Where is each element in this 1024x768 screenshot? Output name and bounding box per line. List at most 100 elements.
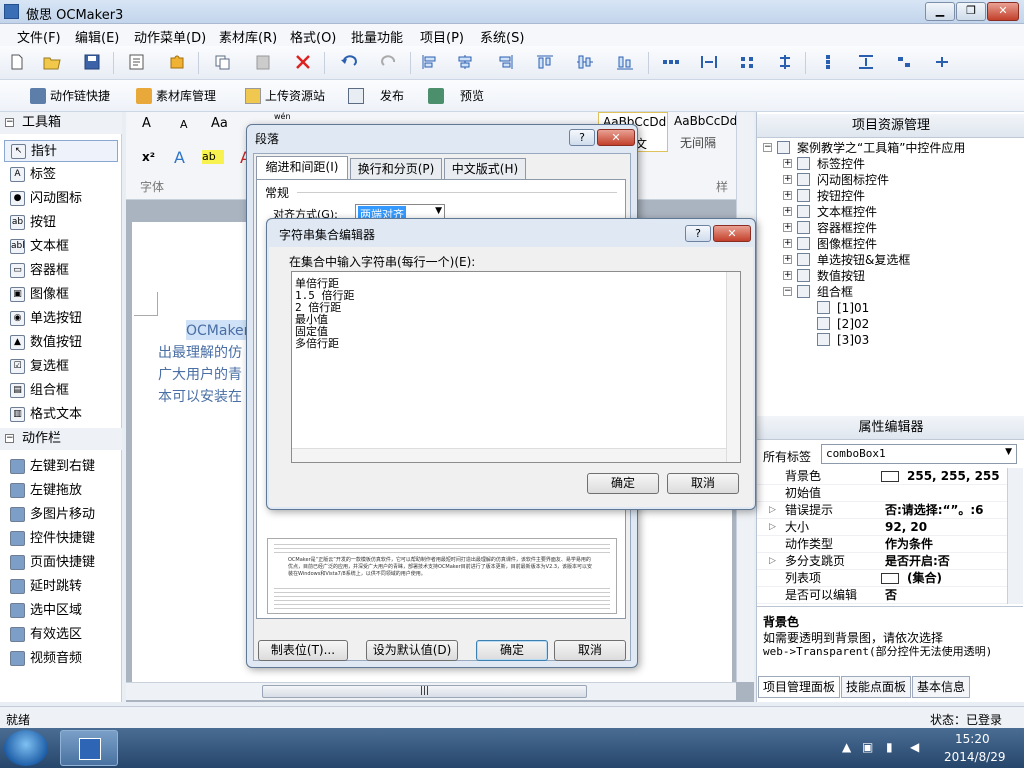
superscript-button[interactable]: x² [142,150,155,164]
property-value[interactable]: 否:请选择:“”。:6 [885,502,1005,519]
align-left-icon[interactable] [421,54,439,70]
tree-leaf[interactable]: [3]03 [837,332,869,348]
property-row[interactable]: 背景色 255, 255, 255 [757,468,1007,485]
help-button[interactable]: ? [685,225,711,242]
property-value[interactable]: 是否开启:否 [885,553,1005,570]
set-default-button[interactable]: 设为默认值(D) [366,640,458,661]
action-item[interactable]: 左键到右键 [0,456,122,478]
start-button[interactable] [4,730,48,766]
menu-file[interactable]: 文件(F) [17,27,61,46]
action-item[interactable]: 选中区域 [0,600,122,622]
tab-chinese-layout[interactable]: 中文版式(H) [444,158,526,179]
delete-icon[interactable] [294,54,312,70]
tab-project-panel[interactable]: 项目管理面板 [758,676,840,698]
menu-system[interactable]: 系统(S) [480,27,524,46]
tab-basic-info[interactable]: 基本信息 [912,676,970,698]
close-button[interactable]: ✕ [597,129,635,146]
toolbox-item[interactable]: ab 按钮 [0,212,122,234]
expand-icon[interactable]: ▷ [769,502,776,519]
clock-time[interactable]: 15:20 [955,732,990,746]
collapse-icon[interactable]: − [5,118,14,127]
toolbox-section-tools[interactable]: − 工具箱 [0,112,122,134]
action-item[interactable]: 左键拖放 [0,480,122,502]
space-v2-icon[interactable] [895,54,913,70]
tab-skill-panel[interactable]: 技能点面板 [841,676,911,698]
property-value[interactable]: (集合) [907,570,1007,587]
distribute-v-icon[interactable] [820,54,838,70]
tabs-button[interactable]: 制表位(T)... [258,640,348,661]
action-chain-button[interactable]: 动作链快捷 [30,87,110,105]
string-list-scrollbar[interactable] [726,272,740,462]
tree-expander-icon[interactable]: − [763,143,772,152]
align-middle-icon[interactable] [576,54,594,70]
chevron-down-icon[interactable]: ▼ [435,206,442,216]
upload-button[interactable]: 上传资源站 [245,87,325,105]
property-icon[interactable] [128,54,146,70]
style-no-spacing[interactable]: AaBbCcDd 无间隔 [672,112,738,152]
action-item[interactable]: 有效选区 [0,624,122,646]
space-h2-icon[interactable] [738,54,756,70]
tree-expander-icon[interactable]: + [783,207,792,216]
toolbox-section-actions[interactable]: − 动作栏 [0,428,122,450]
text-effect-icon[interactable]: A [174,148,185,167]
toolbox-item[interactable]: ▭ 容器框 [0,260,122,282]
toolbox-item[interactable]: abl 文本框 [0,236,122,258]
ok-button[interactable]: 确定 [476,640,548,661]
tree-expander-icon[interactable]: + [783,191,792,200]
action-item[interactable]: 控件快捷键 [0,528,122,550]
tree-leaf[interactable]: [1]01 [837,300,869,316]
chevron-down-icon[interactable]: ▼ [1005,447,1012,457]
toolbox-item[interactable]: A 标签 [0,164,122,186]
space-h-icon[interactable] [700,54,718,70]
property-row[interactable]: ▷ 错误提示 否:请选择:“”。:6 [757,502,1007,519]
undo-icon[interactable] [340,54,358,70]
tray-device-icon[interactable]: ▣ [862,740,873,754]
clock-date[interactable]: 2014/8/29 [944,750,1006,764]
tab-line-page-break[interactable]: 换行和分页(P) [350,158,442,179]
help-button[interactable]: ? [569,129,595,146]
asset-library-button[interactable]: 素材库管理 [136,87,216,105]
property-row[interactable]: 初始值 [757,485,1007,502]
property-row[interactable]: 动作类型 作为条件 [757,536,1007,553]
space-v3-icon[interactable] [933,54,951,70]
property-row[interactable]: 列表项 (集合) [757,570,1007,587]
action-item[interactable]: 延时跳转 [0,576,122,598]
tree-expander-icon[interactable]: + [783,255,792,264]
toolbox-item[interactable]: ▣ 图像框 [0,284,122,306]
tree-node[interactable]: 组合框 [817,284,853,300]
align-center-icon[interactable] [456,54,474,70]
tree-root[interactable]: 案例教学之“工具箱”中控件应用 [797,140,965,156]
tree-node[interactable]: 按钮控件 [817,188,865,204]
toolbox-item[interactable]: ▲ 数值按钮 [0,332,122,354]
tree-node[interactable]: 标签控件 [817,156,865,172]
tree-expander-icon[interactable]: + [783,223,792,232]
preview-button[interactable]: 预览 [428,87,484,105]
paste-icon[interactable] [254,54,272,70]
tree-expander-icon[interactable]: + [783,239,792,248]
ok-button[interactable]: 确定 [587,473,659,494]
cancel-button[interactable]: 取消 [667,473,739,494]
align-top-icon[interactable] [536,54,554,70]
collapse-icon[interactable]: − [5,434,14,443]
change-case-button[interactable]: Aa [211,116,228,131]
network-icon[interactable]: ▮ [886,740,893,754]
tree-leaf[interactable]: [2]02 [837,316,869,332]
highlight-icon[interactable]: ab [202,150,224,164]
tree-expander-icon[interactable]: − [783,287,792,296]
close-button[interactable]: ✕ [713,225,751,242]
publish-button[interactable]: 发布 [348,87,404,105]
toolbox-item[interactable]: ● 闪动图标 [0,188,122,210]
string-list-hscrollbar[interactable] [292,448,726,462]
toolbox-item[interactable]: ☑ 复选框 [0,356,122,378]
minimize-button[interactable]: ▁ [925,2,955,21]
distribute-h-icon[interactable] [662,54,680,70]
property-value[interactable]: 255, 255, 255 [907,468,1007,485]
save-icon[interactable] [83,54,101,70]
property-row[interactable]: ▷ 大小 92, 20 [757,519,1007,536]
tree-node[interactable]: 文本框控件 [817,204,877,220]
toolbox-item[interactable]: ▤ 组合框 [0,380,122,402]
horizontal-scroll-thumb[interactable]: ||| [262,685,587,698]
property-scrollbar[interactable] [1007,468,1023,604]
close-button[interactable]: ✕ [987,2,1019,21]
tree-expander-icon[interactable]: + [783,175,792,184]
